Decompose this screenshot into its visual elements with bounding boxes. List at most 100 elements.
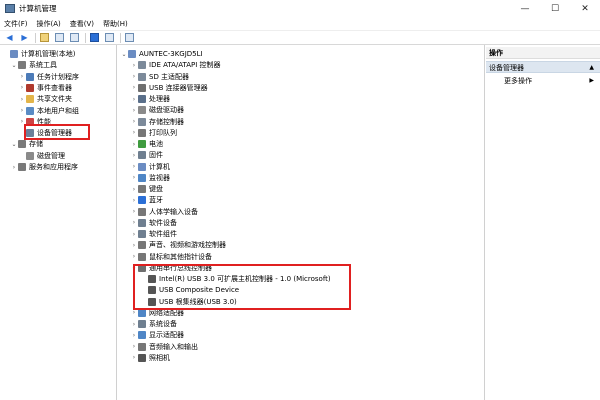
actions-selected-label: 设备管理器	[489, 64, 524, 72]
collapsed-caret-icon[interactable]: ›	[130, 62, 138, 69]
collapsed-caret-icon[interactable]: ›	[130, 343, 138, 350]
tools-icon	[18, 61, 26, 70]
collapsed-caret-icon[interactable]: ›	[130, 253, 138, 260]
expanded-caret-icon[interactable]: ⌄	[10, 141, 18, 148]
collapsed-caret-icon[interactable]: ›	[130, 129, 138, 136]
collapsed-caret-icon[interactable]: ›	[130, 321, 138, 328]
tree-item-event-viewer[interactable]: › 事件查看器	[18, 83, 72, 93]
help-icon[interactable]	[89, 33, 100, 43]
tree-item-1[interactable]: › IDE ATA/ATAPI 控制器	[130, 60, 221, 70]
tree-item-24[interactable]: › 系统设备	[130, 319, 177, 329]
forward-arrow-icon[interactable]: ▶	[19, 33, 30, 43]
tree-item-local-users-groups[interactable]: › 本地用户和组	[18, 106, 79, 116]
show-hide-tree-icon[interactable]	[54, 33, 65, 43]
collapsed-caret-icon[interactable]: ›	[130, 186, 138, 193]
tree-item-11[interactable]: › 监视器	[130, 173, 170, 183]
collapsed-caret-icon[interactable]: ›	[18, 96, 26, 103]
computer-management-icon	[5, 4, 15, 13]
tree-item-5[interactable]: › 磁盘驱动器	[130, 105, 184, 115]
tree-item-label: 音频输入和输出	[149, 342, 198, 351]
tree-item-9[interactable]: › 固件	[130, 150, 163, 160]
collapsed-caret-icon[interactable]: ›	[130, 107, 138, 114]
back-arrow-icon[interactable]: ◀	[4, 33, 15, 43]
menu-file[interactable]: 文件(F)	[4, 19, 28, 29]
collapsed-caret-icon[interactable]: ›	[130, 174, 138, 181]
collapsed-caret-icon[interactable]: ›	[130, 231, 138, 238]
tree-item-16[interactable]: › 软件组件	[130, 229, 177, 239]
collapsed-caret-icon[interactable]: ›	[130, 208, 138, 215]
tree-item-26[interactable]: › 音频输入和输出	[130, 342, 198, 352]
collapsed-caret-icon[interactable]: ›	[130, 118, 138, 125]
tree-item-label: 任务计划程序	[37, 72, 79, 81]
collapsed-caret-icon[interactable]: ›	[18, 107, 26, 114]
tree-item-label: 系统设备	[149, 320, 177, 328]
collapsed-caret-icon[interactable]: ›	[130, 84, 138, 91]
tree-item-3[interactable]: › USB 连接器管理器	[130, 83, 208, 93]
tree-item-task-scheduler[interactable]: › 任务计划程序	[18, 72, 79, 82]
collapsed-caret-icon[interactable]: ›	[130, 197, 138, 204]
tree-item-storage[interactable]: ⌄ 存储	[10, 139, 43, 149]
tree-item-12[interactable]: › 键盘	[130, 184, 163, 194]
collapsed-caret-icon[interactable]: ›	[130, 73, 138, 80]
minimize-icon[interactable]: —	[510, 0, 540, 17]
tree-item-6[interactable]: › 存储控制器	[130, 117, 184, 127]
tree-item-system-tools[interactable]: ⌄ 系统工具	[10, 60, 57, 70]
view-icon[interactable]	[104, 33, 115, 43]
tree-item-18[interactable]: › 鼠标和其他指针设备	[130, 252, 212, 262]
tree-item-10[interactable]: › 计算机	[130, 162, 170, 172]
tree-item-4[interactable]: › 处理器	[130, 94, 170, 104]
tree-item-15[interactable]: › 软件设备	[130, 218, 177, 228]
tree-item-14[interactable]: › 人体学输入设备	[130, 207, 198, 217]
collapse-icon[interactable]: ▲	[589, 62, 594, 74]
collapsed-caret-icon[interactable]: ›	[130, 242, 138, 249]
tree-item-services-apps[interactable]: › 服务和应用程序	[10, 162, 78, 172]
collapsed-caret-icon[interactable]: ›	[130, 152, 138, 159]
tree-item-0[interactable]: ⌄ AUNTEC-3KGJD5LI	[120, 49, 203, 59]
monitor-icon	[138, 173, 146, 182]
mouse-icon	[138, 252, 146, 261]
tree-item-label: 磁盘驱动器	[149, 106, 184, 115]
tree-item-2[interactable]: › SD 主适配器	[130, 72, 189, 82]
toolbar-separator	[85, 32, 86, 43]
more-actions[interactable]: 更多操作	[504, 76, 532, 86]
properties-icon[interactable]	[69, 33, 80, 43]
tree-item-27[interactable]: › 照相机	[130, 353, 170, 363]
collapsed-caret-icon[interactable]: ›	[130, 96, 138, 103]
monitor-icon[interactable]	[124, 33, 135, 43]
actions-selected-item[interactable]: 设备管理器 ▲	[486, 61, 600, 73]
tree-item-13[interactable]: › 蓝牙	[130, 195, 163, 205]
collapsed-caret-icon[interactable]: ›	[18, 73, 26, 80]
tree-item-label: 电池	[149, 140, 163, 148]
menu-view[interactable]: 查看(V)	[70, 19, 94, 29]
device-manager-highlight	[24, 124, 90, 140]
tree-item-label: AUNTEC-3KGJD5LI	[139, 50, 203, 58]
maximize-icon[interactable]: ☐	[540, 0, 570, 17]
collapsed-caret-icon[interactable]: ›	[130, 332, 138, 339]
tree-item-label: 显示适配器	[149, 331, 184, 340]
hid-icon	[138, 207, 146, 216]
collapsed-caret-icon[interactable]: ›	[130, 163, 138, 170]
collapsed-caret-icon[interactable]: ›	[130, 141, 138, 148]
collapsed-caret-icon[interactable]: ›	[18, 84, 26, 91]
menu-action[interactable]: 操作(A)	[37, 19, 61, 29]
tree-item-disk-management[interactable]: 磁盘管理	[18, 151, 65, 161]
tree-item-label: 鼠标和其他指针设备	[149, 252, 212, 261]
tree-item-8[interactable]: › 电池	[130, 139, 163, 149]
up-folder-icon[interactable]	[39, 33, 50, 43]
tree-item-7[interactable]: › 打印队列	[130, 128, 177, 138]
menu-help[interactable]: 帮助(H)	[103, 19, 128, 29]
collapsed-caret-icon[interactable]: ›	[130, 354, 138, 361]
tree-item-label: 本地用户和组	[37, 106, 79, 115]
tree-item-shared-folders[interactable]: › 共享文件夹	[18, 94, 72, 104]
tree-item-17[interactable]: › 声音、视频和游戏控制器	[130, 240, 226, 250]
more-actions-arrow-icon[interactable]: ▶	[589, 76, 594, 86]
collapsed-caret-icon[interactable]: ›	[130, 309, 138, 316]
collapsed-caret-icon[interactable]: ›	[10, 164, 18, 171]
collapsed-caret-icon[interactable]: ›	[130, 219, 138, 226]
expanded-caret-icon[interactable]: ⌄	[10, 62, 18, 69]
tree-item-computer-management-local[interactable]: 计算机管理(本地)	[2, 49, 75, 59]
window-title: 计算机管理	[19, 4, 57, 13]
tree-item-25[interactable]: › 显示适配器	[130, 330, 184, 340]
expanded-caret-icon[interactable]: ⌄	[120, 51, 128, 58]
close-icon[interactable]: ✕	[570, 0, 600, 17]
